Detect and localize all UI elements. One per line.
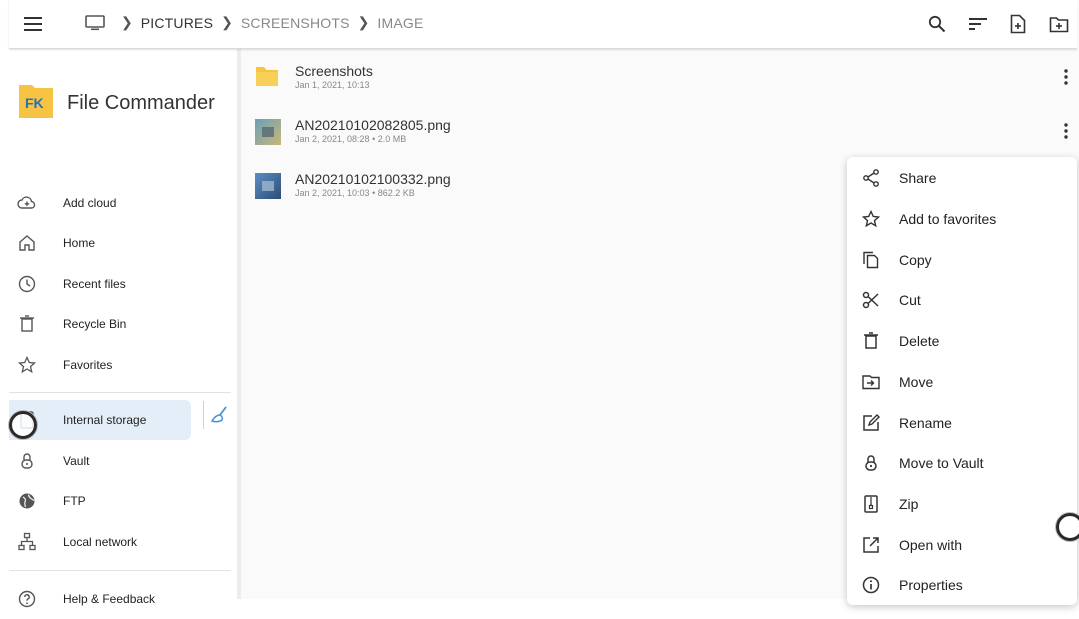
star-icon: [861, 209, 881, 229]
sidebar-item-help-feedback[interactable]: Help & Feedback: [9, 579, 191, 619]
sort-icon[interactable]: [964, 10, 992, 38]
sidebar-item-vault[interactable]: Vault: [9, 441, 191, 481]
menu-item-properties[interactable]: Properties: [847, 565, 1077, 605]
menu-item-label: Open with: [899, 537, 963, 553]
lock-icon: [861, 453, 881, 473]
menu-item-label: Delete: [899, 333, 940, 349]
sidebar-item-recycle-bin[interactable]: Recycle Bin: [9, 304, 191, 344]
new-folder-icon[interactable]: [1045, 10, 1073, 38]
move-icon: [861, 372, 881, 392]
trash-icon: [861, 331, 881, 351]
chevron-right-icon: ❯: [121, 14, 133, 30]
sidebar-item-label: Home: [63, 236, 96, 250]
menu-item-label: Move: [899, 374, 934, 390]
sidebar-item-label: Help & Feedback: [63, 592, 156, 606]
menu-item-label: Rename: [899, 415, 952, 431]
more-options-icon[interactable]: [1057, 121, 1075, 141]
more-options-icon[interactable]: [1057, 67, 1075, 87]
info-icon: [861, 575, 881, 595]
touch-indicator: [1056, 513, 1079, 541]
menu-item-rename[interactable]: Rename: [847, 403, 1077, 443]
divider: [9, 392, 231, 393]
copy-icon: [861, 250, 881, 270]
globe-icon: [17, 491, 37, 511]
touch-indicator: [9, 411, 37, 439]
file-name: AN20210102082805.png: [295, 117, 451, 133]
menu-item-label: Move to Vault: [899, 455, 984, 471]
menu-item-add-to-favorites[interactable]: Add to favorites: [847, 199, 1077, 239]
breadcrumb-item-pictures[interactable]: PICTURES: [141, 15, 213, 31]
sidebar-item-label: Favorites: [63, 358, 113, 372]
sidebar-item-label: Local network: [63, 535, 138, 549]
sidebar-item-ftp[interactable]: FTP: [9, 481, 191, 521]
menu-item-open-with[interactable]: Open with: [847, 525, 1077, 565]
sidebar-item-recent-files[interactable]: Recent files: [9, 264, 191, 304]
menu-item-label: Add to favorites: [899, 211, 997, 227]
file-meta: Jan 2, 2021, 08:28 • 2.0 MB: [295, 134, 407, 144]
top-app-bar: ❯ PICTURES ❯ SCREENSHOTS ❯ IMAGE: [9, 0, 1077, 49]
sidebar-item-favorites[interactable]: Favorites: [9, 345, 191, 385]
list-item-folder[interactable]: Screenshots Jan 1, 2021, 10:13: [241, 49, 1079, 103]
share-icon: [861, 168, 881, 188]
menu-item-copy[interactable]: Copy: [847, 240, 1077, 280]
navigation-drawer: FK File Commander Add cloud Home Recent …: [9, 49, 237, 608]
image-thumbnail: [255, 119, 281, 145]
list-item-file[interactable]: AN20210102082805.png Jan 2, 2021, 08:28 …: [241, 103, 1079, 157]
sidebar-item-label: Add cloud: [63, 196, 117, 210]
menu-item-delete[interactable]: Delete: [847, 321, 1077, 361]
sidebar-item-add-cloud[interactable]: Add cloud: [9, 183, 191, 223]
open-external-icon: [861, 535, 881, 555]
context-menu: Share Add to favorites Copy Cut Delete M…: [847, 157, 1077, 605]
breadcrumb-item-image[interactable]: IMAGE: [377, 15, 423, 31]
file-name: Screenshots: [295, 63, 373, 79]
monitor-icon[interactable]: [85, 14, 105, 31]
help-icon: [17, 589, 37, 609]
app-logo: FK: [19, 82, 53, 118]
scissors-icon: [861, 290, 881, 310]
hamburger-menu-icon[interactable]: [19, 10, 47, 38]
image-thumbnail: [255, 173, 281, 199]
sidebar-item-local-network[interactable]: Local network: [9, 522, 191, 562]
file-name: AN20210102100332.png: [295, 171, 451, 187]
file-meta: Jan 1, 2021, 10:13: [295, 80, 370, 90]
breadcrumb: ❯ PICTURES ❯ SCREENSHOTS ❯ IMAGE: [85, 14, 424, 31]
trash-icon: [17, 314, 37, 334]
app-title: File Commander: [67, 92, 215, 114]
menu-item-move-to-vault[interactable]: Move to Vault: [847, 443, 1077, 483]
edit-icon: [861, 413, 881, 433]
menu-item-label: Copy: [899, 252, 932, 268]
sidebar-item-home[interactable]: Home: [9, 223, 191, 263]
sidebar-item-label: Vault: [63, 454, 90, 468]
menu-item-cut[interactable]: Cut: [847, 280, 1077, 320]
file-meta: Jan 2, 2021, 10:03 • 862.2 KB: [295, 188, 415, 198]
star-icon: [17, 355, 37, 375]
lock-icon: [17, 451, 37, 471]
network-icon: [17, 532, 37, 552]
sidebar-item-label: Recycle Bin: [63, 317, 127, 331]
menu-item-label: Properties: [899, 577, 963, 593]
search-icon[interactable]: [923, 10, 951, 38]
menu-item-label: Share: [899, 170, 937, 186]
new-file-icon[interactable]: [1004, 10, 1032, 38]
zip-icon: [861, 494, 881, 514]
home-icon: [17, 233, 37, 253]
menu-item-share[interactable]: Share: [847, 158, 1077, 198]
sidebar-item-label: FTP: [63, 494, 86, 508]
menu-item-move[interactable]: Move: [847, 362, 1077, 402]
breadcrumb-item-screenshots[interactable]: SCREENSHOTS: [241, 15, 350, 31]
chevron-right-icon: ❯: [357, 14, 370, 30]
divider: [9, 570, 231, 571]
menu-item-label: Cut: [899, 292, 921, 308]
chevron-right-icon: ❯: [221, 14, 233, 30]
sidebar-item-label: Recent files: [63, 277, 126, 291]
menu-item-label: Zip: [899, 496, 919, 512]
clock-icon: [17, 274, 37, 294]
cloud-add-icon: [17, 193, 37, 213]
menu-item-zip[interactable]: Zip: [847, 484, 1077, 524]
folder-icon: [255, 65, 281, 91]
sidebar-item-label: Internal storage: [63, 413, 147, 427]
logo-text: FK: [25, 95, 44, 111]
broom-icon[interactable]: [203, 401, 234, 429]
